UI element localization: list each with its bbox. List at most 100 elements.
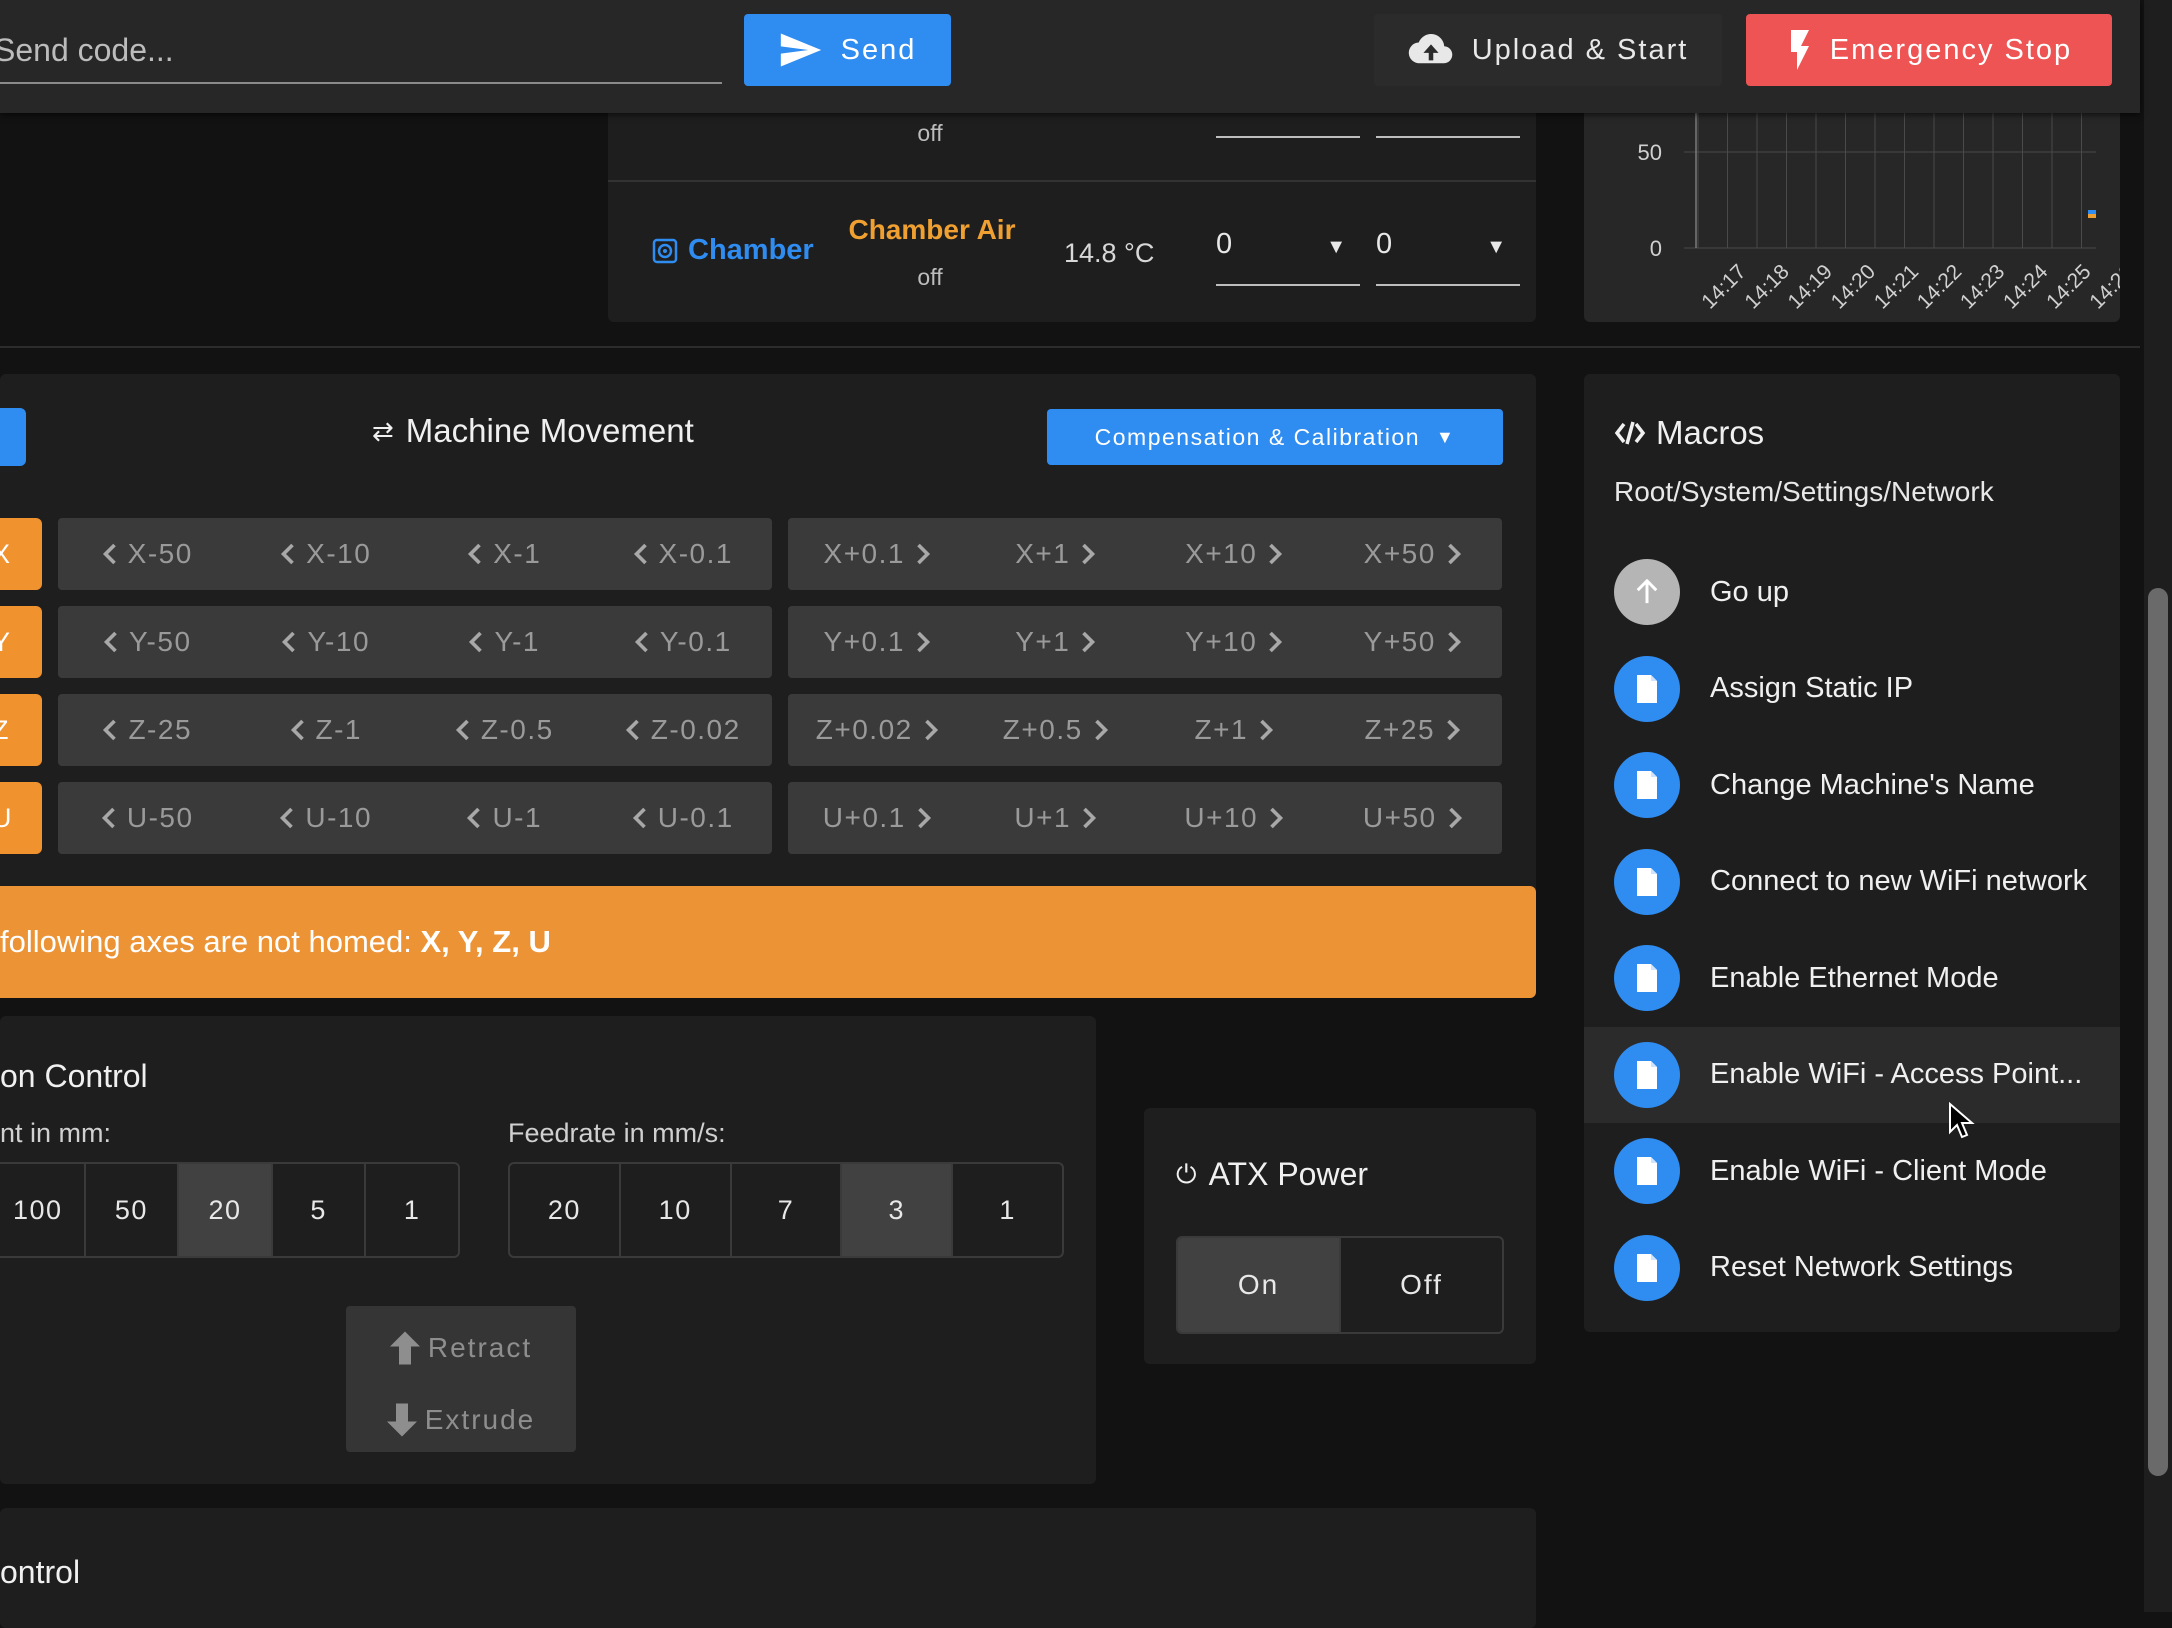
move-button[interactable]: Y-10 (237, 606, 416, 678)
move-button[interactable]: U-10 (237, 782, 416, 854)
home-x-button[interactable]: X (0, 518, 42, 590)
axis-row-u: U U-50 U-10 U-1 U-0.1 U+0.1 U+1 U+10 U+50 (0, 782, 1504, 854)
move-button[interactable]: Y+50 (1324, 606, 1503, 678)
atx-off-button[interactable]: Off (1341, 1238, 1502, 1332)
bed-active-select[interactable] (1216, 116, 1360, 138)
move-button[interactable]: X-0.1 (594, 518, 773, 590)
mouse-cursor-icon (1949, 1102, 1975, 1139)
move-button[interactable]: U+1 (967, 782, 1146, 854)
warning-text: following axes are not homed: (0, 924, 421, 959)
feedrate-option[interactable]: 10 (621, 1164, 732, 1256)
move-button[interactable]: U+50 (1324, 782, 1503, 854)
macro-item[interactable]: Change Machine's Name (1584, 737, 2120, 833)
feedrate-option[interactable]: 1 (953, 1164, 1062, 1256)
move-button[interactable]: Z+0.5 (967, 694, 1146, 766)
upload-start-button[interactable]: Upload & Start (1374, 14, 1722, 86)
move-button[interactable]: Z+1 (1145, 694, 1324, 766)
macro-item[interactable]: Reset Network Settings (1584, 1220, 2120, 1316)
bed-state: off (917, 120, 943, 146)
send-icon (780, 33, 821, 67)
macro-go-up[interactable]: Go up (1584, 544, 2120, 640)
macro-item[interactable]: Enable Ethernet Mode (1584, 930, 2120, 1026)
amount-option[interactable]: 5 (273, 1164, 367, 1256)
move-button[interactable]: X-10 (237, 518, 416, 590)
home-z-button[interactable]: Z (0, 694, 42, 766)
feedrate-option[interactable]: 3 (842, 1164, 954, 1256)
move-button[interactable]: X+10 (1145, 518, 1324, 590)
move-label: Z+0.5 (1002, 714, 1083, 745)
amount-option[interactable]: 20 (179, 1164, 273, 1256)
atx-on-button[interactable]: On (1178, 1238, 1341, 1332)
amount-selector: 100 50 20 5 1 (0, 1162, 460, 1258)
chamber-heater-link[interactable]: Chamber (652, 234, 814, 267)
move-button[interactable]: Z+0.02 (788, 694, 967, 766)
move-button[interactable]: Y-1 (415, 606, 594, 678)
move-button[interactable]: Y+10 (1145, 606, 1324, 678)
macro-label: Go up (1710, 575, 1789, 608)
retract-button[interactable]: Retract (346, 1320, 576, 1376)
move-button[interactable]: X+1 (967, 518, 1146, 590)
home-all-button[interactable] (0, 408, 26, 466)
move-button[interactable]: U-50 (58, 782, 237, 854)
move-button[interactable]: U-1 (415, 782, 594, 854)
extrude-button[interactable]: Extrude (346, 1392, 576, 1448)
bed-standby-select[interactable] (1376, 116, 1520, 138)
section-divider (0, 346, 2140, 348)
amount-option[interactable]: 100 (0, 1164, 86, 1256)
scrollbar-thumb[interactable] (2148, 588, 2168, 1476)
chevron-left-icon (468, 630, 484, 654)
compensation-calibration-dropdown[interactable]: Compensation & Calibration ▼ (1047, 409, 1503, 465)
move-button[interactable]: U+10 (1145, 782, 1324, 854)
caret-down-icon: ▼ (1436, 426, 1456, 447)
chamber-temperature: 14.8 °C (1064, 238, 1155, 268)
move-button[interactable]: Y-50 (58, 606, 237, 678)
amount-option[interactable]: 1 (366, 1164, 458, 1256)
feedrate-option[interactable]: 7 (732, 1164, 843, 1256)
y-tick-label: 50 (1638, 140, 1662, 165)
home-y-button[interactable]: Y (0, 606, 42, 678)
chamber-standby-select[interactable]: 0 ▼ (1376, 226, 1520, 286)
move-button[interactable]: Y+1 (967, 606, 1146, 678)
move-button[interactable]: X-1 (415, 518, 594, 590)
move-label: X-10 (306, 538, 372, 569)
chamber-sensor[interactable]: Chamber Air (820, 214, 1044, 246)
move-button[interactable]: Z-0.5 (415, 694, 594, 766)
move-button[interactable]: U-0.1 (594, 782, 773, 854)
move-button[interactable]: U+0.1 (788, 782, 967, 854)
move-button[interactable]: Y+0.1 (788, 606, 967, 678)
move-button[interactable]: Z-25 (58, 694, 237, 766)
amount-option[interactable]: 50 (86, 1164, 180, 1256)
file-icon (1614, 655, 1680, 722)
macro-item[interactable]: Enable WiFi - Client Mode (1584, 1123, 2120, 1219)
chevron-left-icon (102, 718, 118, 742)
macro-item[interactable]: Assign Static IP (1584, 641, 2120, 737)
chevron-left-icon (634, 630, 650, 654)
move-button[interactable]: X+0.1 (788, 518, 967, 590)
move-button[interactable]: X+50 (1324, 518, 1503, 590)
move-button[interactable]: Z-1 (237, 694, 416, 766)
chamber-state[interactable]: off (880, 264, 980, 291)
axes-not-homed-warning: following axes are not homed: X, Y, Z, U (0, 886, 1536, 998)
macro-item[interactable]: Connect to new WiFi network (1584, 834, 2120, 930)
chamber-active-select[interactable]: 0 ▼ (1216, 226, 1360, 286)
chevron-left-icon (290, 718, 306, 742)
code-input[interactable] (0, 18, 722, 84)
x-tick-label: 14:19 (1783, 260, 1836, 313)
compensation-label: Compensation & Calibration (1094, 423, 1421, 450)
emergency-stop-button[interactable]: Emergency Stop (1746, 14, 2112, 86)
file-icon (1614, 1138, 1680, 1204)
move-label: X+0.1 (823, 538, 905, 569)
macro-label: Change Machine's Name (1710, 768, 2035, 801)
send-button[interactable]: Send (744, 14, 951, 86)
move-button[interactable]: X-50 (58, 518, 237, 590)
move-button[interactable]: Y-0.1 (594, 606, 773, 678)
axis-x-positive-group: X+0.1 X+1 X+10 X+50 (788, 518, 1502, 590)
x-tick-label: 14:24 (1999, 260, 2053, 314)
move-label: U+10 (1184, 802, 1259, 833)
home-u-button[interactable]: U (0, 782, 42, 854)
x-tick-label: 14:25 (2042, 260, 2095, 313)
move-button[interactable]: Z+25 (1324, 694, 1503, 766)
move-button[interactable]: Z-0.02 (594, 694, 773, 766)
macro-item[interactable]: Enable WiFi - Access Point... (1584, 1026, 2120, 1123)
feedrate-option[interactable]: 20 (510, 1164, 621, 1256)
